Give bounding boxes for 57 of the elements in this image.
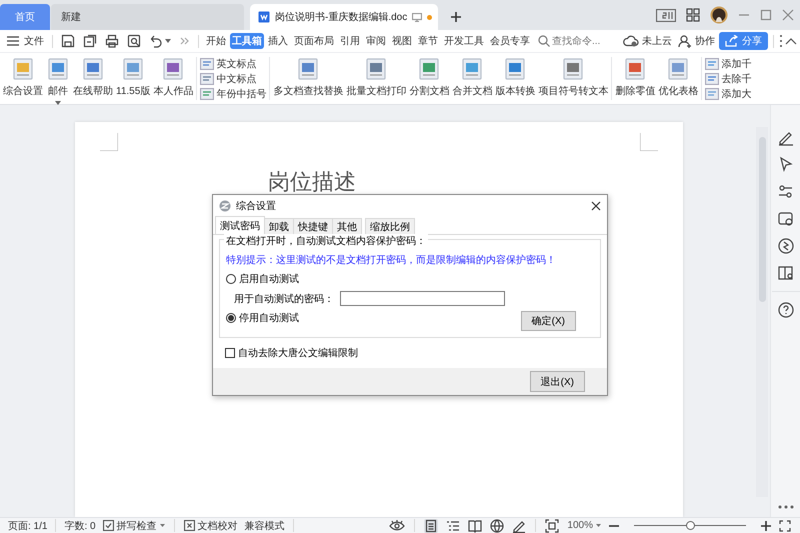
- toolbar-button[interactable]: 添加千: [704, 56, 752, 71]
- proofread-button[interactable]: 文档校对: [180, 518, 241, 532]
- toolbar-button[interactable]: 删除零值: [614, 55, 656, 104]
- search-field[interactable]: 查找命令...: [538, 35, 610, 47]
- share-button[interactable]: 分享: [719, 32, 768, 50]
- dialog-tab[interactable]: 其他: [332, 218, 362, 234]
- toolbar-button[interactable]: 去除千: [704, 71, 752, 86]
- document-heading: 岗位描述: [268, 168, 356, 196]
- toolbar-button[interactable]: 11.55版: [115, 55, 152, 104]
- toolbar-button[interactable]: 合并文档: [451, 55, 494, 104]
- tab[interactable]: 岗位说明书-重庆数据编辑.doc: [250, 4, 438, 30]
- toolbar-button[interactable]: 优化表格: [657, 55, 700, 104]
- ribbon-tab[interactable]: 插入: [266, 33, 290, 49]
- dialog-title: 综合设置: [236, 200, 277, 212]
- dialog-tab[interactable]: 卸载: [264, 218, 294, 234]
- dialog-tab[interactable]: 测试密码: [215, 216, 265, 234]
- toolbar-button[interactable]: 英文标点: [199, 56, 268, 71]
- group-title: 在文档打开时，自动测试文档内容保护密码：: [224, 234, 428, 248]
- toolbar-button[interactable]: 邮件: [45, 55, 71, 104]
- toolbar-button[interactable]: 综合设置: [2, 55, 44, 104]
- checkbox-option[interactable]: 自动去除大唐公文编辑限制: [219, 346, 601, 360]
- exit-button[interactable]: 退出(X): [530, 371, 585, 392]
- toolbar-button[interactable]: 多文档查找替换: [272, 55, 344, 104]
- collaborate-button[interactable]: 协作: [676, 32, 717, 50]
- toolbar-button[interactable]: 本人作品: [152, 55, 194, 104]
- ribbon-tab[interactable]: 页面布局: [292, 33, 336, 49]
- ribbon-tab[interactable]: 审阅: [364, 33, 388, 49]
- ribbon-tab[interactable]: 工具箱: [230, 33, 264, 49]
- toolbar-button[interactable]: 中文标点: [199, 71, 268, 86]
- page-count: 页面: 1/1: [7, 520, 48, 532]
- toolbar-button[interactable]: 项目符号转文本: [537, 55, 610, 104]
- ribbon-tab[interactable]: 开发工具: [442, 33, 486, 49]
- toolbar-button[interactable]: 年份中括号: [199, 86, 268, 101]
- file-menu-button[interactable]: 文件: [4, 32, 47, 50]
- toolbar-button[interactable]: 批量文档打印: [345, 55, 408, 104]
- ribbon-tab[interactable]: 视图: [390, 33, 414, 49]
- toolbar-button[interactable]: 版本转换: [494, 55, 536, 104]
- ribbon-tab[interactable]: 开始: [204, 33, 228, 49]
- spell-check-button[interactable]: 拼写检查: [100, 518, 168, 532]
- ribbon-tab[interactable]: 引用: [338, 33, 362, 49]
- zoom-level-button[interactable]: 100%: [564, 518, 604, 532]
- confirm-button[interactable]: 确定(X): [520, 311, 576, 331]
- tab[interactable]: 新建: [51, 4, 244, 30]
- dialog-tab[interactable]: 快捷键: [293, 218, 333, 234]
- radio-option[interactable]: 停用自动测试: [226, 311, 299, 325]
- warning-note: 特别提示：这里测试的不是文档打开密码，而是限制编辑的内容保护密码！: [226, 254, 557, 267]
- word-count: 字数: 0: [63, 520, 97, 532]
- toolbar-button[interactable]: 分割文档: [408, 55, 450, 104]
- field-label: 用于自动测试的密码：: [234, 292, 334, 306]
- ribbon-tab[interactable]: 章节: [416, 33, 440, 49]
- compatibility-mode: 兼容模式: [244, 520, 286, 532]
- radio-option[interactable]: 启用自动测试: [226, 272, 299, 286]
- ribbon-tab[interactable]: 会员专享: [488, 33, 532, 49]
- toolbar-button[interactable]: 在线帮助: [72, 55, 114, 104]
- toolbar-button[interactable]: 添加大: [704, 86, 752, 101]
- dialog-tab[interactable]: 缩放比例: [365, 218, 415, 234]
- cloud-status-button[interactable]: 未上云: [621, 32, 674, 50]
